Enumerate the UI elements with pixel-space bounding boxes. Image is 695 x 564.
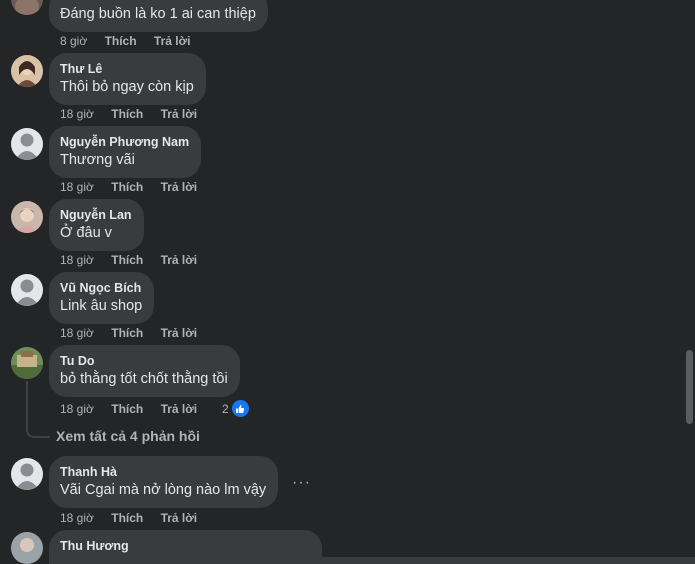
reply-button[interactable]: Trả lời (161, 326, 198, 340)
comment-author[interactable]: Thu Hương (60, 538, 310, 554)
view-all-replies-link[interactable]: Xem tất cả 4 phản hồi (56, 428, 200, 444)
avatar[interactable] (11, 55, 43, 87)
avatar[interactable] (11, 274, 43, 306)
avatar[interactable] (11, 347, 43, 379)
comment-time[interactable]: 18 giờ (60, 326, 94, 340)
comment-actions: 18 giờ Thích Trả lời (60, 511, 211, 525)
comment-actions: 18 giờ Thích Trả lời (60, 402, 211, 416)
comment-composer[interactable] (50, 557, 695, 564)
more-options-icon[interactable]: ··· (292, 474, 311, 492)
like-button[interactable]: Thích (111, 253, 143, 267)
scrollbar[interactable] (686, 350, 693, 424)
like-button[interactable]: Thích (111, 180, 143, 194)
comment-author[interactable]: Vũ Ngọc Bích (60, 280, 142, 296)
reaction-number: 2 (222, 401, 229, 416)
avatar[interactable] (11, 201, 43, 233)
comment-author[interactable]: Thư Lê (60, 61, 194, 77)
reply-button[interactable]: Trả lời (161, 107, 198, 121)
comment-bubble: Tu Do bỏ thằng tốt chốt thằng tồi (49, 345, 240, 397)
reply-button[interactable]: Trả lời (154, 34, 191, 48)
comment-actions: 18 giờ Thích Trả lời (60, 180, 211, 194)
comment-time[interactable]: 8 giờ (60, 34, 87, 48)
comment-author[interactable]: Thanh Hà (60, 464, 266, 480)
reply-button[interactable]: Trả lời (161, 402, 198, 416)
avatar[interactable] (11, 128, 43, 160)
like-button[interactable]: Thích (111, 326, 143, 340)
like-icon (230, 399, 250, 418)
comment-text: Ở đâu v (60, 225, 112, 241)
like-button[interactable]: Thích (111, 511, 143, 525)
thread-line (26, 381, 50, 438)
reply-button[interactable]: Trả lời (161, 180, 198, 194)
comment-actions: 18 giờ Thích Trả lời (60, 107, 211, 121)
comment-time[interactable]: 18 giờ (60, 180, 94, 194)
comment-bubble: Vũ Ngọc Bích Link âu shop (49, 272, 155, 324)
comment-bubble: Đáng buồn là ko 1 ai can thiệp (49, 0, 268, 32)
reply-button[interactable]: Trả lời (161, 511, 198, 525)
avatar[interactable] (11, 0, 43, 15)
avatar[interactable] (11, 458, 43, 490)
comment-actions: 18 giờ Thích Trả lời (60, 253, 211, 267)
like-button[interactable]: Thích (105, 34, 137, 48)
comment-actions: 8 giờ Thích Trả lời (60, 34, 204, 48)
comment-bubble: Thanh Hà Vãi Cgai mà nở lòng nào lm vậy (49, 456, 279, 508)
comment-bubble: Thư Lê Thôi bỏ ngay còn kịp (49, 53, 206, 105)
comment-text: Thương vãi (60, 152, 135, 168)
comment-bubble: Nguyễn Lan Ở đâu v (49, 199, 144, 251)
comment-actions: 18 giờ Thích Trả lời (60, 326, 211, 340)
comment-author[interactable]: Nguyễn Lan (60, 207, 132, 223)
comment-time[interactable]: 18 giờ (60, 107, 94, 121)
reply-button[interactable]: Trả lời (161, 253, 198, 267)
comment-text: Đáng buồn là ko 1 ai can thiệp (60, 6, 256, 22)
comment-text: Thôi bỏ ngay còn kịp (60, 79, 194, 95)
comment-text: Vãi Cgai mà nở lòng nào lm vậy (60, 482, 267, 498)
comment-time[interactable]: 18 giờ (60, 511, 94, 525)
comment-time[interactable]: 18 giờ (60, 402, 94, 416)
like-button[interactable]: Thích (111, 402, 143, 416)
reaction-count[interactable]: 2 (222, 399, 250, 418)
comment-text: Link âu shop (60, 298, 143, 314)
comment-text: bỏ thằng tốt chốt thằng tồi (60, 371, 228, 387)
comment-bubble: Nguyễn Phương Nam Thương vãi (49, 126, 202, 178)
comments-panel: { "comments": [ {"author": "", "text": "… (0, 0, 695, 564)
comment-time[interactable]: 18 giờ (60, 253, 94, 267)
like-button[interactable]: Thích (111, 107, 143, 121)
comment-author[interactable]: Tu Do (60, 353, 228, 369)
comment-author[interactable]: Nguyễn Phương Nam (60, 134, 189, 150)
avatar[interactable] (11, 532, 43, 564)
